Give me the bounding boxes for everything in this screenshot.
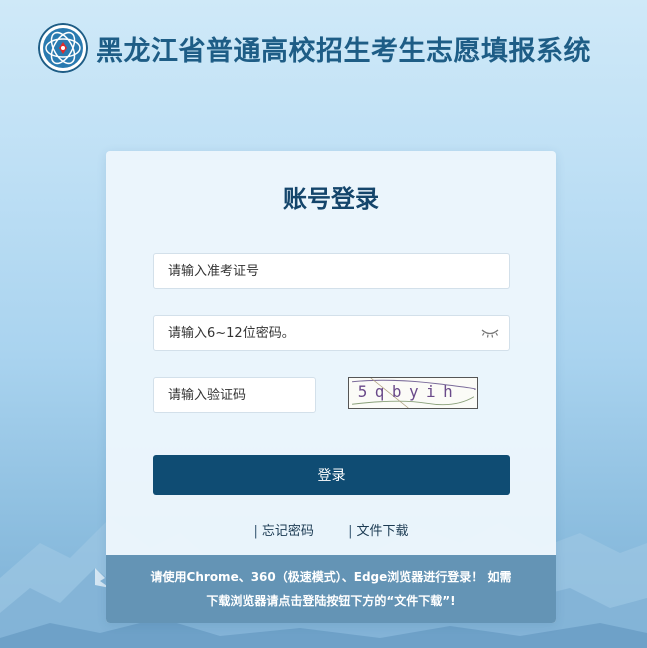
forgot-password-label: 忘记密码: [261, 524, 314, 539]
login-card: 账号登录 5qbyih 登录 |忘记密码 |文件下载 请使用Chrome、360…: [106, 151, 556, 623]
password-field: [153, 315, 510, 351]
captcha-field: [153, 377, 316, 413]
account-field: [153, 253, 510, 289]
captcha-image[interactable]: 5qbyih: [348, 377, 478, 409]
link-separator: |: [348, 524, 353, 539]
login-links: | 忘记密码 | 文件下载: [106, 520, 556, 539]
hljzk-logo-icon: [38, 23, 88, 73]
eye-closed-icon[interactable]: [481, 327, 499, 339]
link-separator: |: [253, 524, 258, 539]
notice-line-2: 下载浏览器请点击登陆按钮下方的“文件下载”!: [206, 594, 456, 608]
login-button[interactable]: 登录: [153, 455, 510, 495]
file-download-link[interactable]: | 文件下载: [348, 520, 408, 539]
captcha-input[interactable]: [154, 378, 315, 412]
login-title: 账号登录: [283, 185, 379, 213]
site-header: 黑龙江省普通高校招生考生志愿填报系统: [38, 18, 591, 78]
password-input[interactable]: [154, 316, 509, 350]
captcha-text: 5qbyih: [358, 382, 461, 401]
forgot-password-link[interactable]: | 忘记密码: [254, 520, 314, 539]
file-download-label: 文件下载: [356, 524, 409, 539]
site-title: 黑龙江省普通高校招生考生志愿填报系统: [96, 35, 591, 67]
browser-notice: 请使用Chrome、360（极速模式）、Edge浏览器进行登录！ 如需 下载浏览…: [106, 555, 556, 623]
account-input[interactable]: [154, 254, 509, 288]
notice-line-1: 请使用Chrome、360（极速模式）、Edge浏览器进行登录！ 如需: [150, 570, 512, 584]
